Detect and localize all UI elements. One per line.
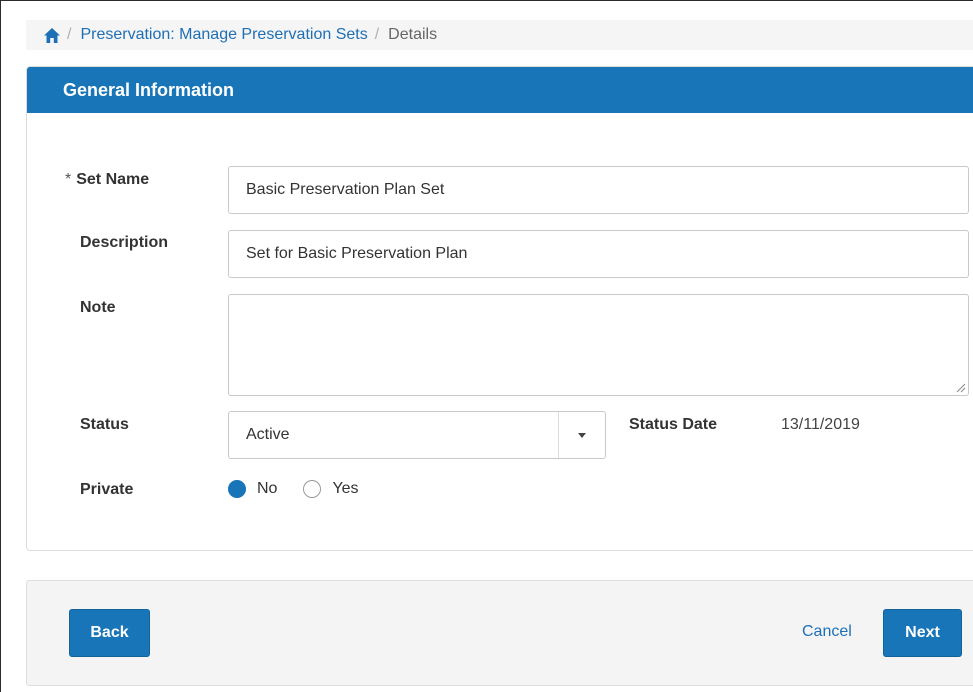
panel-title: General Information: [27, 67, 973, 113]
private-no-radio[interactable]: [228, 480, 246, 498]
private-yes-radio[interactable]: [303, 480, 322, 498]
form-footer: Back Cancel Next: [26, 580, 973, 686]
private-yes-label[interactable]: Yes: [332, 480, 358, 498]
status-value: Active: [246, 426, 290, 443]
breadcrumb-current: Details: [388, 26, 438, 43]
breadcrumb-link-manage-preservation-sets[interactable]: Preservation: Manage Preservation Sets: [80, 26, 367, 44]
note-textarea[interactable]: [228, 294, 969, 396]
general-information-panel: General Information * Set Name Basic Pres…: [26, 66, 973, 551]
status-date-value: 13/11/2019: [781, 416, 860, 433]
status-date-label: Status Date: [629, 416, 718, 433]
note-label: Note: [80, 299, 116, 316]
select-divider: [558, 412, 559, 458]
breadcrumb-separator: /: [374, 26, 380, 43]
set-name-label: * Set Name: [65, 171, 150, 188]
description-label: Description: [80, 234, 169, 251]
resize-handle-icon[interactable]: [956, 383, 966, 393]
required-marker: *: [65, 171, 72, 188]
private-no-label[interactable]: No: [257, 480, 277, 498]
set-name-input[interactable]: Basic Preservation Plan Set: [228, 166, 969, 214]
next-button[interactable]: Next: [883, 609, 962, 657]
status-select[interactable]: Active: [228, 411, 606, 459]
private-label: Private: [80, 481, 134, 498]
description-input[interactable]: Set for Basic Preservation Plan: [228, 230, 969, 278]
breadcrumb: / Preservation: Manage Preservation Sets…: [26, 20, 973, 50]
status-label: Status: [80, 416, 129, 433]
private-radio-group: No Yes: [228, 480, 359, 498]
back-button[interactable]: Back: [69, 609, 150, 657]
breadcrumb-separator: /: [67, 26, 72, 43]
chevron-down-icon[interactable]: [578, 433, 586, 438]
cancel-link[interactable]: Cancel: [802, 623, 852, 641]
home-icon[interactable]: [44, 27, 60, 43]
